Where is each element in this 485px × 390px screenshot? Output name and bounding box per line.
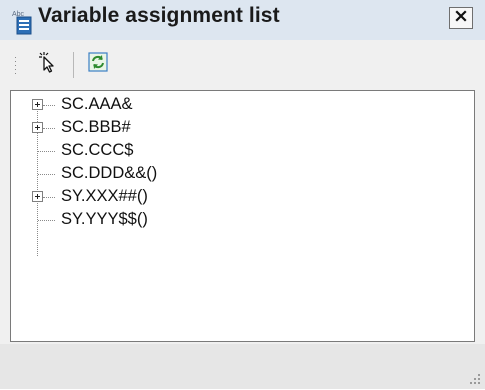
pointer-select-icon	[36, 51, 58, 78]
tree-item-label: SC.CCC$	[61, 141, 134, 159]
expand-plus-icon[interactable]	[32, 122, 43, 133]
refresh-button[interactable]	[85, 51, 111, 77]
tree-item[interactable]: SC.BBB#	[11, 117, 474, 140]
tree-branch-line	[38, 220, 55, 221]
close-icon	[454, 9, 468, 28]
title-bar[interactable]: Abc Variable assignment list	[0, 0, 485, 40]
tree-branch-line	[43, 197, 55, 198]
tree-item[interactable]: SY.XXX##()	[11, 186, 474, 209]
status-bar	[0, 344, 485, 389]
resize-grip-icon[interactable]	[467, 371, 481, 385]
toolbar-grip-icon[interactable]	[14, 56, 17, 74]
window-title: Variable assignment list	[38, 4, 280, 27]
toolbar-separator	[73, 52, 74, 78]
close-button[interactable]	[449, 7, 473, 29]
tree-item-label: SC.AAA&	[61, 95, 133, 113]
tree-item[interactable]: SC.DDD&&()	[11, 163, 474, 186]
tree-branch-line	[43, 105, 55, 106]
tree-branch-line	[43, 128, 55, 129]
tree-item-label: SY.XXX##()	[61, 187, 148, 205]
tree-item[interactable]: SY.YYY$$()	[11, 209, 474, 232]
select-pointer-button[interactable]	[34, 51, 60, 77]
toolbar	[0, 40, 485, 88]
tree-item[interactable]: SC.CCC$	[11, 140, 474, 163]
tree-branch-line	[38, 174, 55, 175]
list-document-icon: Abc	[12, 9, 36, 35]
expand-plus-icon[interactable]	[32, 191, 43, 202]
refresh-icon	[87, 51, 109, 78]
tree-item-label: SY.YYY$$()	[61, 210, 148, 228]
expand-plus-icon[interactable]	[32, 99, 43, 110]
tree-item-label: SC.BBB#	[61, 118, 131, 136]
tree-item-label: SC.DDD&&()	[61, 164, 158, 182]
tree-item[interactable]: SC.AAA&	[11, 94, 474, 117]
tree-branch-line	[38, 151, 55, 152]
variable-assignment-window: Abc Variable assignment list SC.AAA& SC.…	[0, 0, 485, 389]
variable-tree[interactable]: SC.AAA& SC.BBB# SC.CCC$ SC.DDD&&() SY.XX…	[10, 90, 475, 342]
